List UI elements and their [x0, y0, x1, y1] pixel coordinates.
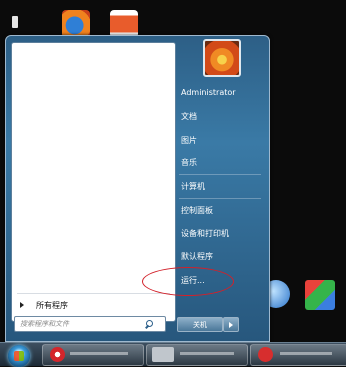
divider [179, 198, 261, 199]
menu-item-control-panel[interactable]: 控制面板 [181, 205, 213, 216]
browser-icon [50, 347, 65, 362]
firefox-desktop-icon[interactable] [62, 10, 90, 38]
taskbar-title-blur [180, 352, 234, 355]
menu-item-pictures[interactable]: 图片 [181, 135, 197, 146]
start-menu: 所有程序 Administrator 文档 图片 音乐 计算机 控制面板 设备和… [5, 35, 270, 342]
all-programs-item[interactable]: 所有程序 [16, 296, 166, 314]
run-highlight-annotation [142, 267, 234, 296]
user-name[interactable]: Administrator [181, 88, 236, 97]
menu-item-default-programs[interactable]: 默认程序 [181, 251, 213, 262]
desktop-small-icon[interactable] [12, 16, 18, 28]
divider [179, 174, 261, 175]
window-thumbnail-icon [152, 347, 174, 362]
menu-item-computer[interactable]: 计算机 [181, 181, 205, 192]
all-programs-label: 所有程序 [36, 300, 68, 310]
menu-item-documents[interactable]: 文档 [181, 111, 197, 122]
search-input[interactable] [15, 320, 145, 328]
search-icon[interactable] [145, 320, 153, 328]
shutdown-button[interactable]: 关机 [177, 317, 223, 332]
shutdown-options-button[interactable] [223, 317, 239, 332]
divider [17, 293, 170, 294]
taskbar-title-blur [70, 352, 128, 355]
taskbar-title-blur [280, 352, 332, 355]
app-desktop-icon[interactable] [110, 10, 138, 38]
triangle-right-icon [229, 321, 233, 328]
puzzle-desktop-icon[interactable] [305, 280, 335, 310]
app-icon [258, 347, 273, 362]
triangle-right-icon [20, 302, 24, 308]
windows-start-orb-icon[interactable] [8, 345, 30, 367]
menu-item-devices-printers[interactable]: 设备和打印机 [181, 228, 229, 239]
menu-item-music[interactable]: 音乐 [181, 157, 197, 168]
search-box[interactable] [14, 316, 166, 332]
user-avatar[interactable] [203, 39, 241, 77]
